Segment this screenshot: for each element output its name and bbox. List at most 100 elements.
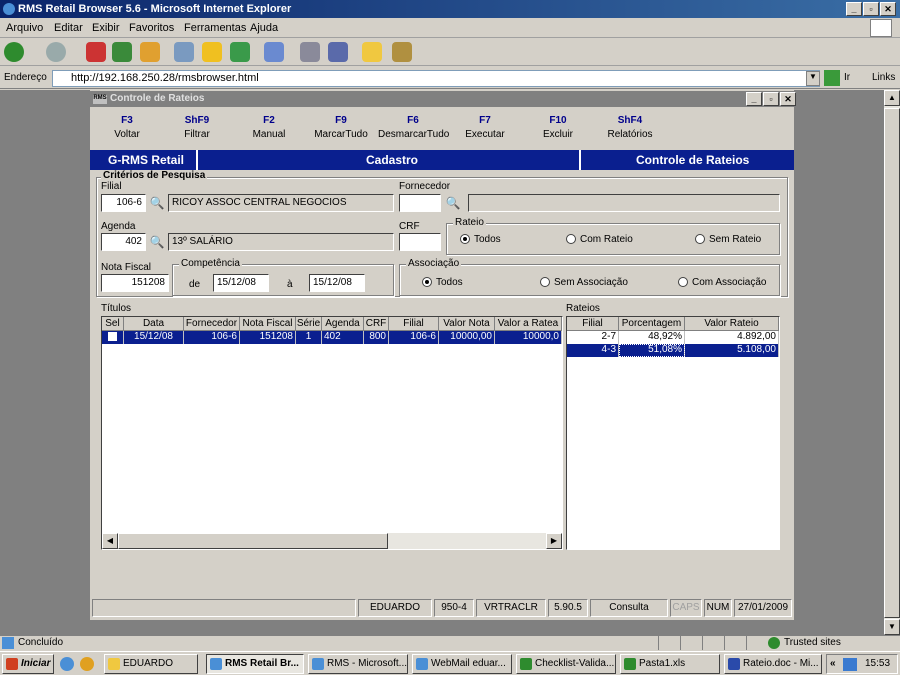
task-webmail[interactable]: WebMail eduar...: [412, 654, 512, 674]
rateio-com-radio[interactable]: Com Rateio: [566, 234, 633, 245]
col-header[interactable]: Porcentagem: [619, 317, 685, 331]
fkey-manual[interactable]: F2 Manual: [234, 107, 304, 140]
col-header[interactable]: Sel: [102, 317, 124, 331]
scroll-left-icon[interactable]: ◀: [102, 533, 118, 549]
fkey-filtrar[interactable]: ShF9 Filtrar: [162, 107, 232, 140]
rms-minimize-icon[interactable]: _: [746, 92, 762, 106]
menu-favoritos[interactable]: Favoritos: [129, 22, 174, 34]
scroll-down-icon[interactable]: ▼: [884, 619, 900, 635]
fornecedor-search-binoculars-icon[interactable]: 🔍: [444, 194, 462, 212]
go-arrow-icon[interactable]: [824, 70, 840, 86]
task-pasta1[interactable]: Pasta1.xls: [620, 654, 720, 674]
col-header[interactable]: Fornecedor: [184, 317, 240, 331]
scroll-right-icon[interactable]: ▶: [546, 533, 562, 549]
print-icon[interactable]: [300, 42, 320, 62]
cell-valor-nota: 10000,00: [439, 331, 495, 344]
filial-code-input[interactable]: 106-6: [101, 194, 146, 212]
col-header[interactable]: Data: [124, 317, 184, 331]
fkey-desmarcar-tudo[interactable]: F6 DesmarcarTudo: [378, 107, 449, 140]
back-icon[interactable]: [4, 42, 24, 62]
rateio-todos-radio[interactable]: Todos: [460, 234, 501, 245]
rateio-sem-radio[interactable]: Sem Rateio: [695, 234, 761, 245]
fkey-marcar-tudo[interactable]: F9 MarcarTudo: [306, 107, 376, 140]
col-header[interactable]: Valor Nota: [439, 317, 495, 331]
task-label: RMS Retail Br...: [225, 658, 299, 669]
favorites-star-icon[interactable]: [202, 42, 222, 62]
start-button[interactable]: Iniciar: [2, 654, 54, 674]
agenda-code-input[interactable]: 402: [101, 233, 146, 251]
quicklaunch-ie-icon[interactable]: [60, 657, 74, 671]
table-row[interactable]: 15/12/08 106-6 151208 1 402 800 106-6 10…: [102, 331, 562, 344]
task-rms-microsoft[interactable]: RMS - Microsoft...: [308, 654, 408, 674]
go-button[interactable]: Ir: [844, 72, 850, 83]
row-checkbox[interactable]: [102, 331, 124, 344]
col-header[interactable]: Valor a Ratea: [495, 317, 562, 331]
stop-icon[interactable]: [86, 42, 106, 62]
titulos-hscrollbar[interactable]: ◀ ▶: [102, 533, 562, 549]
address-dropdown-icon[interactable]: ▼: [806, 71, 820, 86]
col-header[interactable]: Filial: [389, 317, 439, 331]
scroll-thumb[interactable]: [884, 108, 900, 618]
col-header[interactable]: Agenda: [322, 317, 364, 331]
fkey-voltar[interactable]: F3 Voltar: [92, 107, 162, 140]
menu-exibir[interactable]: Exibir: [92, 22, 120, 34]
minimize-icon[interactable]: _: [846, 2, 862, 16]
table-row[interactable]: 2-7 48,92% 4.892,00: [567, 331, 779, 344]
task-rms-retail[interactable]: RMS Retail Br...: [206, 654, 304, 674]
col-header[interactable]: Valor Rateio: [685, 317, 779, 331]
messenger-icon[interactable]: [392, 42, 412, 62]
forward-icon[interactable]: [46, 42, 66, 62]
assoc-sem-radio[interactable]: Sem Associação: [540, 277, 628, 288]
refresh-icon[interactable]: [112, 42, 132, 62]
tray-app-icon[interactable]: [843, 658, 857, 671]
history-icon[interactable]: [230, 42, 250, 62]
menu-ferramentas[interactable]: Ferramentas: [184, 22, 246, 34]
home-icon[interactable]: [140, 42, 160, 62]
menu-arquivo[interactable]: Arquivo: [6, 22, 43, 34]
page-scrollbar[interactable]: ▲ ▼: [884, 90, 900, 635]
col-header[interactable]: Série: [296, 317, 322, 331]
quicklaunch-app-icon[interactable]: [80, 657, 94, 671]
maximize-icon[interactable]: ▫: [863, 2, 879, 16]
menu-ajuda[interactable]: Ajuda: [250, 22, 278, 34]
assoc-todos-radio[interactable]: Todos: [422, 277, 463, 288]
col-header[interactable]: CRF: [364, 317, 389, 331]
search-icon[interactable]: [174, 42, 194, 62]
col-header[interactable]: Nota Fiscal: [240, 317, 296, 331]
task-rateio-doc[interactable]: Rateio.doc - Mi...: [724, 654, 822, 674]
links-button[interactable]: Links: [872, 72, 895, 83]
date-to-input[interactable]: 15/12/08: [309, 274, 365, 292]
scroll-up-icon[interactable]: ▲: [884, 90, 900, 106]
nota-fiscal-input[interactable]: 151208: [101, 274, 169, 292]
fornecedor-code-input[interactable]: [399, 194, 441, 212]
fkey-excluir[interactable]: F10 Excluir: [523, 107, 593, 140]
col-header[interactable]: Filial: [567, 317, 619, 331]
task-eduardo[interactable]: EDUARDO: [104, 654, 198, 674]
address-input[interactable]: http://192.168.250.28/rmsbrowser.html: [52, 70, 820, 87]
address-label: Endereço: [4, 72, 47, 83]
fkey-relatorios[interactable]: ShF4 Relatórios: [595, 107, 665, 140]
close-icon[interactable]: ✕: [880, 2, 896, 16]
rms-close-icon[interactable]: ✕: [780, 92, 796, 106]
mail-icon[interactable]: [264, 42, 284, 62]
associacao-title: Associação: [406, 258, 462, 269]
table-row[interactable]: 4-3 51,08% 5.108,00: [567, 344, 779, 357]
fkey-code: F6: [407, 115, 419, 126]
crf-input[interactable]: [399, 233, 441, 251]
titulos-grid[interactable]: Sel Data Fornecedor Nota Fiscal Série Ag…: [101, 316, 563, 550]
filial-search-binoculars-icon[interactable]: 🔍: [148, 194, 166, 212]
cell-valor-rateio: 4.892,00: [685, 331, 779, 344]
agenda-search-binoculars-icon[interactable]: 🔍: [148, 233, 166, 251]
rateios-grid[interactable]: Filial Porcentagem Valor Rateio 2-7 48,9…: [566, 316, 780, 550]
assoc-com-radio[interactable]: Com Associação: [678, 277, 766, 288]
task-checklist[interactable]: Checklist-Valida...: [516, 654, 616, 674]
fkey-executar[interactable]: F7 Executar: [450, 107, 520, 140]
menu-editar[interactable]: Editar: [54, 22, 83, 34]
tray-expand-icon[interactable]: «: [830, 658, 836, 669]
hscroll-thumb[interactable]: [118, 533, 388, 549]
folder-icon[interactable]: [362, 42, 382, 62]
task-label: WebMail eduar...: [431, 658, 506, 669]
date-from-input[interactable]: 15/12/08: [213, 274, 269, 292]
rms-maximize-icon[interactable]: ▫: [763, 92, 779, 106]
edit-icon[interactable]: [328, 42, 348, 62]
